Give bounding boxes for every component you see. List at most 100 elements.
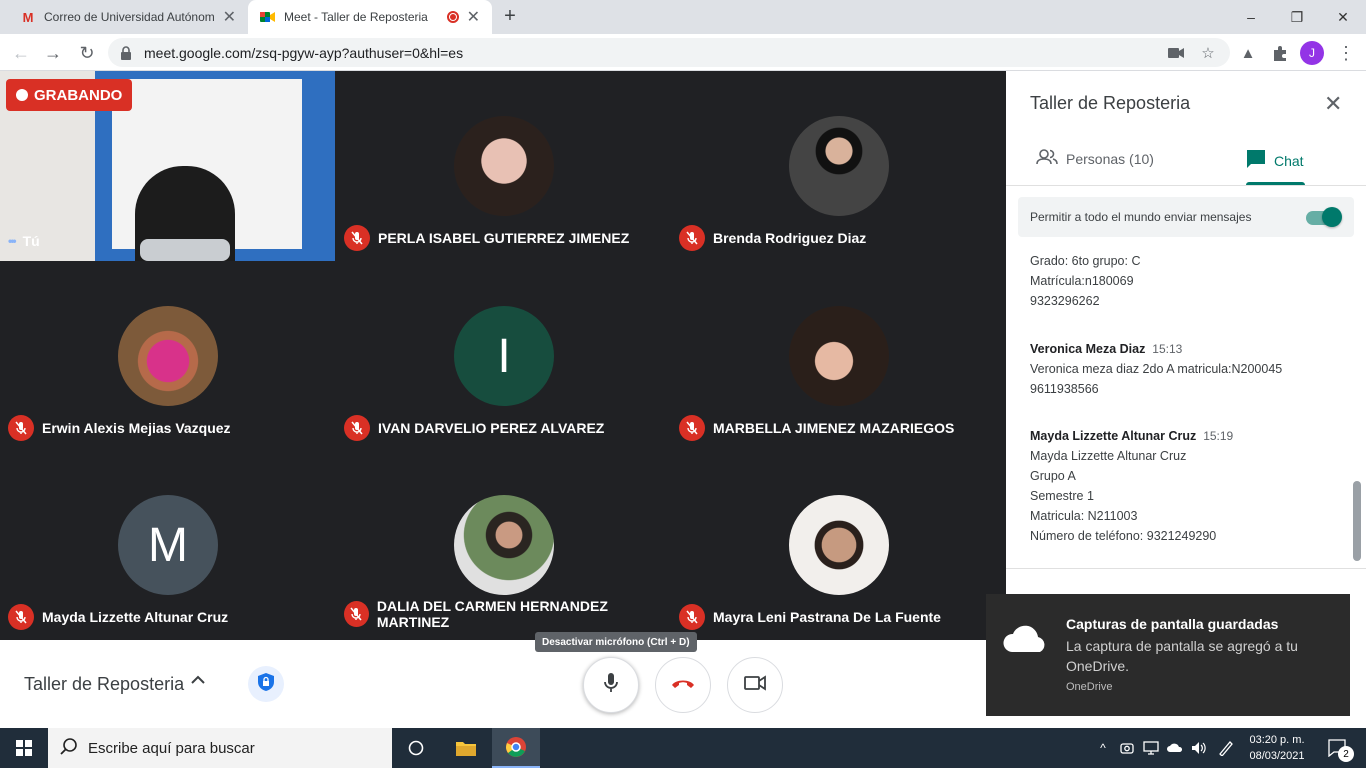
- tab-gmail[interactable]: M Correo de Universidad Autónoma ✕: [8, 0, 248, 34]
- message-line: Matrícula:n180069: [1030, 274, 1134, 288]
- participant-tile[interactable]: DALIA DEL CARMEN HERNANDEZ MARTINEZ: [336, 450, 671, 640]
- recording-dot-icon: [16, 89, 28, 101]
- chat-message: Mayda Lizzette Altunar Cruz 15:19 Mayda …: [1030, 426, 1233, 546]
- meeting-details-chevron-up-icon[interactable]: [190, 672, 206, 690]
- tab-meet[interactable]: Meet - Taller de Reposteria ✕: [248, 0, 492, 34]
- camera-button[interactable]: [727, 657, 783, 713]
- url-text: meet.google.com/zsq-pgyw-ayp?authuser=0&…: [144, 44, 464, 61]
- leave-call-button[interactable]: [655, 657, 711, 713]
- chrome-taskbar-icon[interactable]: [492, 728, 540, 768]
- pen-workspace-icon[interactable]: [1214, 728, 1238, 768]
- allow-messages-row: Permitir a todo el mundo enviar mensajes: [1018, 197, 1354, 237]
- windows-start-icon[interactable]: [0, 728, 48, 768]
- message-time: 15:19: [1203, 429, 1234, 443]
- address-bar[interactable]: meet.google.com/zsq-pgyw-ayp?authuser=0&…: [108, 38, 1230, 67]
- clock-time: 03:20 p. m.: [1249, 734, 1305, 746]
- participant-avatar: [789, 116, 889, 216]
- toast-body: La captura de pantalla se agregó a tu On…: [1066, 638, 1298, 674]
- onedrive-tray-icon[interactable]: [1164, 728, 1186, 768]
- participant-avatar: [454, 116, 554, 216]
- message-line: Grupo A: [1030, 469, 1076, 483]
- back-icon[interactable]: ←: [8, 40, 34, 66]
- camera-icon[interactable]: [1164, 41, 1188, 65]
- close-tab-icon[interactable]: ✕: [223, 7, 236, 27]
- participant-letter-avatar: I: [454, 306, 554, 406]
- file-explorer-icon[interactable]: [444, 728, 488, 768]
- participant-tile[interactable]: M Mayda Lizzette Altunar Cruz: [0, 450, 335, 640]
- participant-tile[interactable]: Brenda Rodriguez Diaz: [671, 71, 1006, 261]
- message-line: Semestre 1: [1030, 489, 1094, 503]
- volume-icon[interactable]: [1188, 728, 1210, 768]
- controls-bar: Taller de Reposteria: [0, 640, 1006, 728]
- participant-letter-avatar: M: [118, 495, 218, 595]
- meet-icon: [260, 9, 276, 25]
- windows-taskbar: Escribe aquí para buscar ^ 03:20 p. m. 0…: [0, 728, 1366, 768]
- people-icon: [1036, 149, 1058, 168]
- tab-chat[interactable]: Chat: [1246, 149, 1304, 172]
- video-camera-icon: [744, 674, 766, 696]
- participant-tile[interactable]: PERLA ISABEL GUTIERREZ JIMENEZ: [336, 71, 671, 261]
- tab-people[interactable]: Personas (10): [1036, 149, 1154, 168]
- microphone-button[interactable]: [583, 657, 639, 713]
- close-window-button[interactable]: ✕: [1320, 0, 1366, 34]
- shield-lock-icon: [257, 672, 275, 697]
- onedrive-notification[interactable]: Capturas de pantalla guardadas La captur…: [986, 594, 1350, 716]
- onedrive-cloud-icon: [1002, 624, 1050, 659]
- navigation-bar: ← → ↻ meet.google.com/zsq-pgyw-ayp?authu…: [0, 34, 1366, 71]
- menu-icon[interactable]: ⋮: [1334, 41, 1358, 65]
- network-icon[interactable]: [1140, 728, 1162, 768]
- participant-tile[interactable]: I IVAN DARVELIO PEREZ ALVAREZ: [336, 261, 671, 451]
- message-line: 9323296262: [1030, 294, 1100, 308]
- participant-name: MARBELLA JIMENEZ MAZARIEGOS: [713, 420, 955, 436]
- participant-name-bar: Mayda Lizzette Altunar Cruz: [8, 604, 228, 630]
- tab-chat-label: Chat: [1274, 152, 1304, 169]
- participant-name: Mayda Lizzette Altunar Cruz: [42, 609, 229, 625]
- chat-message: Grado: 6to grupo: C Matrícula:n180069 93…: [1030, 251, 1140, 311]
- close-panel-icon[interactable]: ✕: [1324, 91, 1342, 117]
- toggle-knob[interactable]: [1322, 207, 1342, 227]
- forward-icon[interactable]: →: [40, 40, 66, 66]
- mic-off-icon: [679, 604, 705, 630]
- mic-off-icon: [344, 601, 369, 627]
- message-line: Mayda Lizzette Altunar Cruz: [1030, 449, 1187, 463]
- meeting-title: Taller de Reposteria: [24, 674, 185, 694]
- toast-title: Capturas de pantalla guardadas: [1066, 616, 1279, 632]
- participant-tile[interactable]: Mayra Leni Pastrana De La Fuente: [671, 450, 1006, 640]
- show-hidden-icons-chevron-icon[interactable]: ^: [1092, 728, 1114, 768]
- mic-off-icon: [8, 604, 34, 630]
- minimize-button[interactable]: –: [1228, 0, 1274, 34]
- mic-off-icon: [344, 225, 370, 251]
- participant-tile[interactable]: MARBELLA JIMENEZ MAZARIEGOS: [671, 261, 1006, 451]
- close-tab-icon[interactable]: ✕: [467, 7, 480, 27]
- participant-name: IVAN DARVELIO PEREZ ALVAREZ: [378, 420, 605, 436]
- task-view-icon[interactable]: [396, 728, 436, 768]
- taskbar-search[interactable]: Escribe aquí para buscar: [48, 728, 392, 768]
- camera-tray-icon[interactable]: [1116, 728, 1138, 768]
- message-line: 9611938566: [1030, 382, 1099, 396]
- participant-name: PERLA ISABEL GUTIERREZ JIMENEZ: [378, 230, 630, 246]
- participant-name-bar: IVAN DARVELIO PEREZ ALVAREZ: [344, 415, 604, 441]
- action-center-icon[interactable]: 2: [1318, 728, 1358, 768]
- mic-tooltip: Desactivar micrófono (Ctrl + D): [535, 632, 697, 652]
- profile-avatar[interactable]: J: [1300, 41, 1324, 65]
- taskbar-clock[interactable]: 03:20 p. m. 08/03/2021: [1244, 732, 1310, 764]
- panel-title: Taller de Reposteria: [1030, 93, 1191, 113]
- participant-name-bar: DALIA DEL CARMEN HERNANDEZ MARTINEZ: [344, 598, 671, 630]
- bookmark-star-icon[interactable]: ☆: [1196, 41, 1220, 65]
- reload-icon[interactable]: ↻: [74, 40, 100, 66]
- mic-off-icon: [344, 415, 370, 441]
- participant-tile[interactable]: Erwin Alexis Mejias Vazquez: [0, 261, 335, 451]
- hang-up-icon: [670, 676, 696, 694]
- participant-avatar: [789, 306, 889, 406]
- audio-level-icon: •••: [8, 234, 16, 248]
- chat-scrollbar[interactable]: [1353, 481, 1361, 561]
- self-video-tile[interactable]: GRABANDO ••• Tú: [0, 71, 335, 261]
- host-controls-button[interactable]: [248, 666, 284, 702]
- message-line: Veronica meza diaz 2do A matricula:N2000…: [1030, 362, 1283, 376]
- tab-title: Correo de Universidad Autónoma: [44, 10, 215, 24]
- extensions-icon[interactable]: [1268, 41, 1292, 65]
- drive-icon[interactable]: ▲: [1236, 41, 1260, 65]
- participant-name: Brenda Rodriguez Diaz: [713, 230, 867, 246]
- maximize-button[interactable]: ❐: [1274, 0, 1320, 34]
- new-tab-button[interactable]: +: [500, 5, 520, 29]
